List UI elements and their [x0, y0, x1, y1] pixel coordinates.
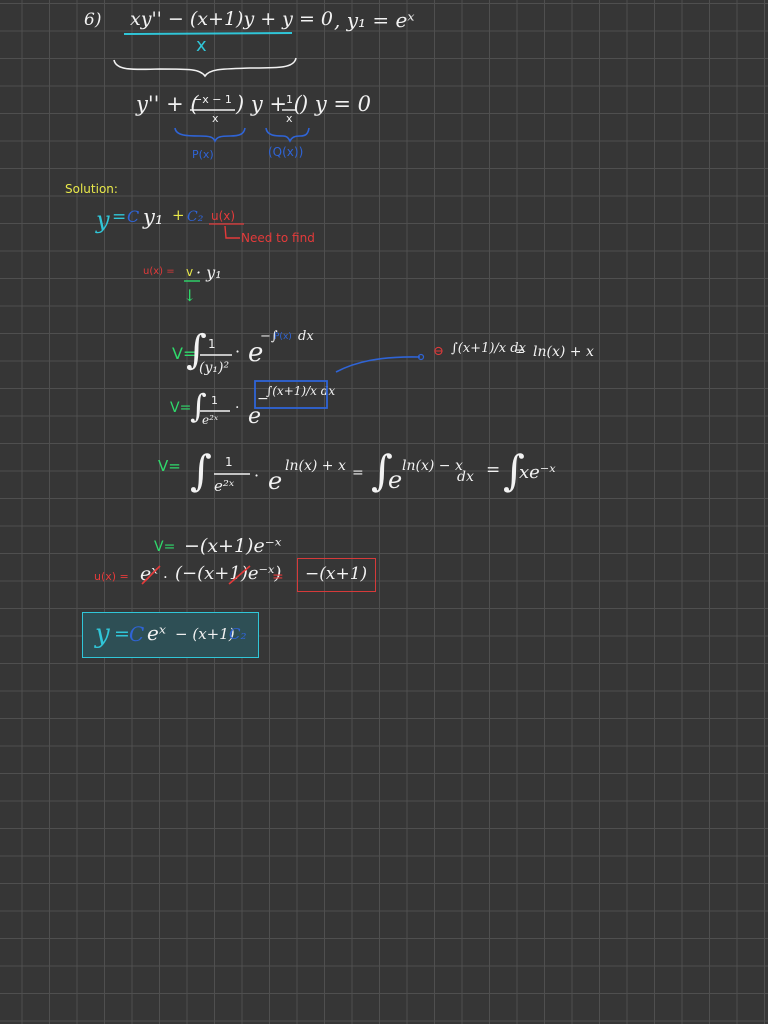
connector-curve [335, 356, 421, 373]
strike-ex [141, 565, 161, 585]
v2-exp-box [254, 380, 328, 409]
ink-strokes [113, 32, 425, 585]
q-brace [265, 127, 310, 143]
big-brace [113, 57, 297, 78]
need-hook [224, 225, 240, 239]
p-brace [174, 127, 246, 143]
ode-fraction-bar [123, 32, 293, 35]
strike-e-minus-x [228, 565, 251, 585]
